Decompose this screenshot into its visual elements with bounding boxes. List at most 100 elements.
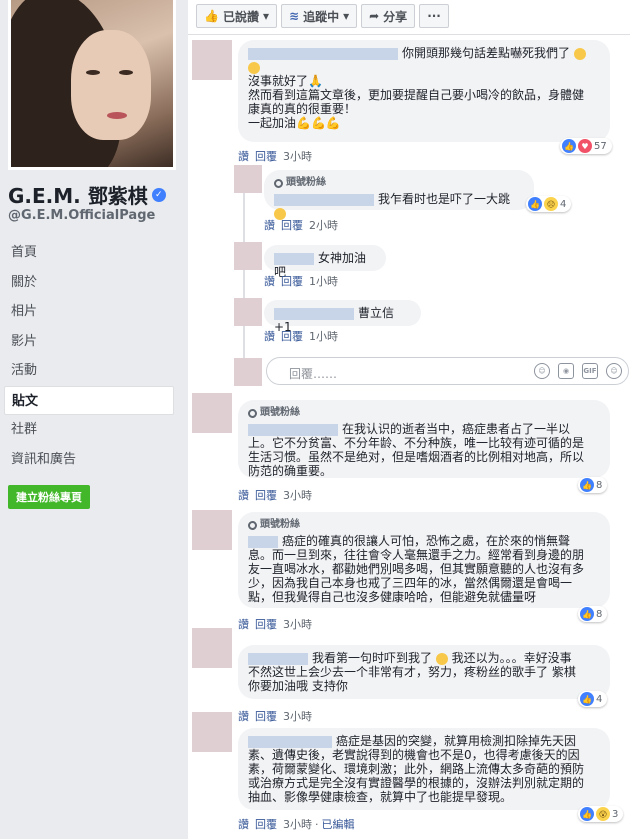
following-button[interactable]: ≋ 追蹤中 ▾ bbox=[281, 4, 358, 28]
sweat-smile-emoji-icon bbox=[435, 652, 448, 665]
create-page-button[interactable]: 建立粉絲專頁 bbox=[8, 485, 90, 509]
comment-text: 友一直喝冰水，都勸她們別喝多喝，但其實願意聽的人也沒有多 bbox=[248, 562, 585, 576]
comment-meta: 讚回覆 3小時 bbox=[238, 708, 312, 724]
comment-text: 不然这世上会少去一个非常有才，努力，疼粉丝的歌手了 紫棋 bbox=[248, 665, 576, 679]
nav-item-home[interactable]: 首頁 bbox=[4, 238, 174, 268]
reply-link[interactable]: 回覆 bbox=[281, 330, 303, 343]
camera-icon[interactable]: ◉ bbox=[558, 363, 574, 379]
left-column: G.E.M. 鄧紫棋 ✓ @G.E.M.OfficialPage 首頁 關於 相… bbox=[0, 0, 188, 839]
redacted-commenter-name[interactable] bbox=[248, 47, 398, 60]
reply-link[interactable]: 回覆 bbox=[255, 150, 277, 163]
reply-link[interactable]: 回覆 bbox=[281, 275, 303, 288]
like-reaction-icon: 👍 bbox=[580, 692, 594, 706]
reaction-summary[interactable]: 👍 8 bbox=[578, 606, 608, 622]
reaction-summary[interactable]: 👍 😮 3 bbox=[578, 806, 624, 822]
chevron-down-icon: ▾ bbox=[343, 9, 350, 23]
comment-time[interactable]: 2小時 bbox=[309, 219, 338, 232]
reply-link[interactable]: 回覆 bbox=[281, 219, 303, 232]
redacted-commenter-name[interactable] bbox=[274, 307, 354, 320]
like-reaction-icon: 👍 bbox=[580, 807, 594, 821]
liked-button[interactable]: 👍 已說讚 ▾ bbox=[196, 4, 277, 28]
share-button[interactable]: ➦ 分享 bbox=[361, 4, 416, 28]
avatar[interactable] bbox=[192, 510, 232, 550]
comment-time[interactable]: 3小時 bbox=[283, 150, 312, 163]
more-options-button[interactable]: ··· bbox=[419, 4, 449, 28]
comment-time[interactable]: 1小時 bbox=[309, 330, 338, 343]
comment-text: 素，荷爾蒙變化、環境刺激；此外，網路上流傳太多奇葩的預防 bbox=[248, 762, 585, 776]
avatar[interactable] bbox=[192, 393, 232, 433]
reply-input[interactable]: 回覆…… ☺ ◉ GIF ☺ bbox=[266, 357, 629, 385]
like-link[interactable]: 讚 bbox=[238, 489, 249, 502]
reaction-summary[interactable]: 👍 ☹ 4 bbox=[526, 196, 572, 212]
nav-item-info-and-ads[interactable]: 資訊和廣告 bbox=[4, 445, 174, 475]
redacted-commenter-name[interactable] bbox=[274, 252, 314, 265]
profile-picture[interactable] bbox=[8, 0, 176, 170]
redacted-commenter-name[interactable] bbox=[248, 735, 332, 748]
avatar[interactable] bbox=[192, 628, 232, 668]
sad-reaction-icon: ☹ bbox=[544, 197, 558, 211]
redacted-commenter-name[interactable] bbox=[248, 423, 338, 436]
like-link[interactable]: 讚 bbox=[264, 275, 275, 288]
avatar[interactable] bbox=[192, 40, 232, 80]
separator: · bbox=[315, 818, 319, 831]
edited-label[interactable]: 已編輯 bbox=[322, 818, 355, 831]
comment-time[interactable]: 3小時 bbox=[283, 489, 312, 502]
nav-item-about[interactable]: 關於 bbox=[4, 268, 174, 298]
comment-text: 點，但我覺得自己也沒多健康哈哈，但能避免就儘量呀 bbox=[248, 590, 537, 604]
comment-text: 或治療方式是完全沒有實證醫學的根據的，沒辦法判別就定期的 bbox=[248, 776, 585, 790]
page-name-text[interactable]: G.E.M. 鄧紫棋 bbox=[8, 180, 148, 209]
comment-text: 我乍看时也是吓了一大跳 bbox=[274, 192, 524, 220]
redacted-commenter-name[interactable] bbox=[248, 535, 278, 548]
comment-text: 抽血、影像學健康檢查，就算中了也能提早發現。 bbox=[248, 790, 513, 804]
reply-placeholder: 回覆…… bbox=[289, 367, 338, 381]
reply-link[interactable]: 回覆 bbox=[255, 710, 277, 723]
my-avatar bbox=[234, 358, 262, 386]
page-handle[interactable]: @G.E.M.OfficialPage bbox=[8, 208, 155, 223]
comment-time[interactable]: 1小時 bbox=[309, 275, 338, 288]
reply-link[interactable]: 回覆 bbox=[255, 818, 277, 831]
comment-meta: 讚回覆 3小時 · 已編輯 bbox=[238, 816, 361, 832]
comment-text: 癌症的確真的很讓人可怕，恐怖之處，在於來的悄無聲 bbox=[248, 534, 600, 548]
comment-bubble: 女神加油吧 bbox=[264, 245, 386, 279]
comment-time[interactable]: 3小時 bbox=[283, 710, 312, 723]
comment-text: 生活习惯。虽然不是绝对，但是嗜烟酒者的比例相对地高，所以 bbox=[248, 450, 585, 464]
nav-item-posts[interactable]: 貼文 bbox=[4, 385, 174, 415]
comment-time[interactable]: 3小時 bbox=[283, 618, 312, 631]
page-name[interactable]: G.E.M. 鄧紫棋 ✓ bbox=[8, 180, 166, 209]
nav-item-events[interactable]: 活動 bbox=[4, 356, 174, 386]
reaction-count: 8 bbox=[596, 608, 603, 620]
comment-meta: 讚回覆 3小時 bbox=[238, 487, 312, 503]
reaction-summary[interactable]: 👍 ♥ 57 bbox=[560, 138, 612, 154]
redacted-commenter-name[interactable] bbox=[274, 193, 374, 206]
reply-link[interactable]: 回覆 bbox=[255, 489, 277, 502]
reaction-summary[interactable]: 👍 8 bbox=[578, 477, 608, 493]
comment-text: 素、遺傳史後，老實說得到的機會也不是0，也得考慮後天的因 bbox=[248, 748, 580, 762]
avatar[interactable] bbox=[234, 298, 262, 326]
avatar[interactable] bbox=[234, 165, 262, 193]
avatar[interactable] bbox=[192, 712, 232, 752]
gif-icon[interactable]: GIF bbox=[582, 363, 598, 379]
nav-item-photos[interactable]: 相片 bbox=[4, 297, 174, 327]
like-link[interactable]: 讚 bbox=[238, 818, 249, 831]
comment-meta: 讚回覆 1小時 bbox=[264, 328, 338, 344]
nav-item-videos[interactable]: 影片 bbox=[4, 327, 174, 357]
like-link[interactable]: 讚 bbox=[238, 710, 249, 723]
avatar[interactable] bbox=[234, 242, 262, 270]
reaction-summary[interactable]: 👍 4 bbox=[578, 691, 608, 707]
like-link[interactable]: 讚 bbox=[264, 219, 275, 232]
comment-bubble: 你開頭那幾句話差點嚇死我們了 沒事就好了🙏 然而看到這篇文章後，更加要提醒自己要… bbox=[238, 40, 610, 142]
like-link[interactable]: 讚 bbox=[238, 618, 249, 631]
comment-time[interactable]: 3小時 bbox=[283, 818, 312, 831]
reply-link[interactable]: 回覆 bbox=[255, 618, 277, 631]
like-link[interactable]: 讚 bbox=[264, 330, 275, 343]
sticker-icon[interactable]: ☺ bbox=[606, 363, 622, 379]
reaction-count: 3 bbox=[612, 808, 619, 820]
nav-item-community[interactable]: 社群 bbox=[4, 415, 174, 445]
post-action-bar: 👍 已說讚 ▾ ≋ 追蹤中 ▾ ➦ 分享 ··· bbox=[196, 4, 449, 28]
top-fan-badge: 頭號粉絲 bbox=[248, 406, 600, 420]
emoji-picker-icon[interactable]: ☺ bbox=[534, 363, 550, 379]
comment-text: 然而看到這篇文章後，更加要提醒自己要小喝冷的飲品，身體健 bbox=[248, 88, 585, 102]
like-link[interactable]: 讚 bbox=[238, 150, 249, 163]
redacted-commenter-name[interactable] bbox=[248, 652, 308, 665]
page-nav: 首頁 關於 相片 影片 活動 貼文 社群 資訊和廣告 bbox=[4, 238, 174, 474]
